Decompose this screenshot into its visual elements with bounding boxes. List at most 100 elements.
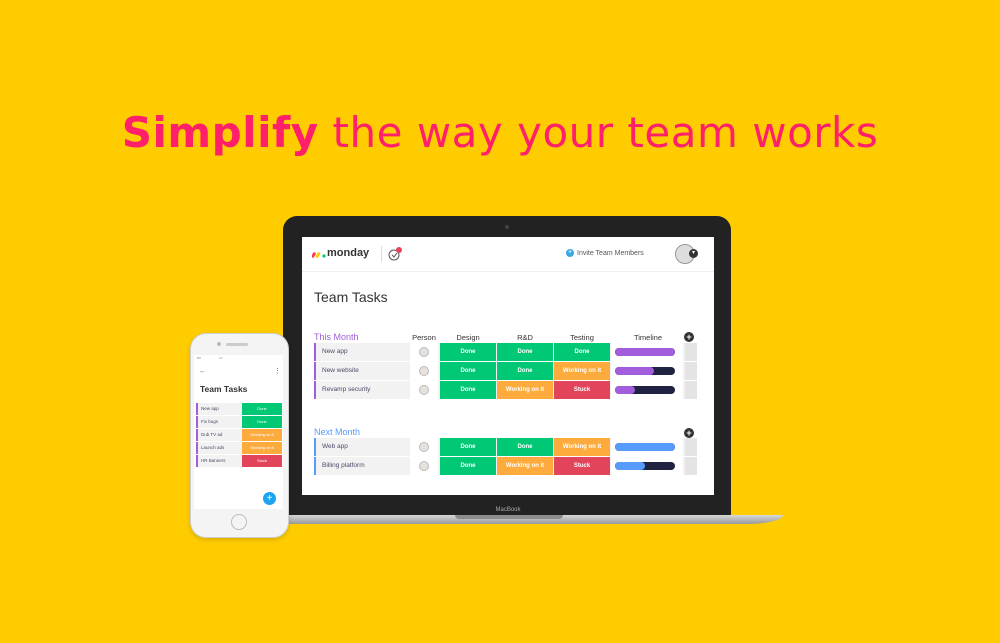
group-color-bar: [314, 438, 316, 456]
list-item[interactable]: Fix bugs Done: [196, 416, 282, 428]
rd-status-cell[interactable]: Done: [497, 362, 553, 380]
timeline-bar: [615, 367, 675, 375]
testing-status-cell[interactable]: Working on it: [554, 362, 610, 380]
task-status[interactable]: Done: [242, 403, 282, 415]
group-color-bar: [196, 416, 198, 428]
rd-status-cell[interactable]: Working on it: [497, 457, 553, 475]
group-title-next-month[interactable]: Next Month: [314, 427, 360, 437]
timeline-bar: [615, 462, 675, 470]
table-row[interactable]: Web app Done Done Working on it: [314, 438, 697, 456]
testing-status-cell[interactable]: Stuck: [554, 381, 610, 399]
timeline-fill: [615, 386, 635, 394]
column-header-rd[interactable]: R&D: [497, 333, 553, 342]
group-title-this-month[interactable]: This Month: [314, 332, 359, 342]
table-row[interactable]: Billing platform Done Working on it Stuck: [314, 457, 697, 475]
design-status-cell[interactable]: Done: [440, 438, 496, 456]
laptop-brand-label: MacBook: [495, 507, 521, 513]
task-name[interactable]: New app: [201, 406, 219, 411]
person-avatar: [419, 347, 429, 357]
person-cell[interactable]: [410, 438, 438, 456]
row-end-cell: [685, 457, 697, 475]
column-header-design[interactable]: Design: [440, 333, 496, 342]
task-status[interactable]: Stuck: [242, 455, 282, 467]
timeline-cell[interactable]: [611, 381, 683, 399]
item-name[interactable]: Web app: [322, 443, 348, 450]
timeline-fill: [615, 443, 675, 451]
chevron-down-icon[interactable]: ▾: [689, 249, 698, 258]
laptop-camera: [505, 225, 509, 229]
group-color-bar: [196, 403, 198, 415]
testing-status-cell[interactable]: Working on it: [554, 438, 610, 456]
person-cell[interactable]: [410, 381, 438, 399]
timeline-fill: [615, 367, 654, 375]
more-menu-icon[interactable]: ⋮: [274, 367, 281, 375]
phone-screen: ▪▪▪ ▭ ← ⋮ Team Tasks New app Done Fix bugs…: [194, 355, 283, 509]
rd-status-cell[interactable]: Done: [497, 343, 553, 361]
phone-home-button[interactable]: [231, 514, 247, 530]
person-avatar: [419, 366, 429, 376]
design-status-cell[interactable]: Done: [440, 457, 496, 475]
group-color-bar: [314, 381, 316, 399]
headline-bold: Simplify: [121, 108, 319, 157]
row-end-cell: [685, 381, 697, 399]
list-item[interactable]: New app Done: [196, 403, 282, 415]
phone-status-bar: ▪▪▪ ▭: [197, 356, 223, 360]
person-avatar: [419, 385, 429, 395]
person-cell[interactable]: [410, 362, 438, 380]
rd-status-cell[interactable]: Done: [497, 438, 553, 456]
table-row[interactable]: New app Done Done Done: [314, 343, 697, 361]
logo-text[interactable]: monday: [327, 247, 369, 259]
list-item[interactable]: Launch ads Working on it: [196, 442, 282, 454]
rd-status-cell[interactable]: Working on it: [497, 381, 553, 399]
task-name[interactable]: Fix bugs: [201, 419, 218, 424]
back-arrow-icon[interactable]: ←: [199, 368, 206, 375]
phone-board-title: Team Tasks: [200, 384, 248, 394]
person-avatar: [419, 461, 429, 471]
notifications-icon[interactable]: [387, 246, 403, 262]
group-color-bar: [196, 455, 198, 467]
app-header: monday + Invite Team Members ▾: [302, 237, 714, 272]
task-name[interactable]: HR Banners: [201, 458, 226, 463]
task-name[interactable]: Dub TV ad: [201, 432, 222, 437]
header-divider: [381, 246, 382, 262]
task-status[interactable]: Working on it: [242, 442, 282, 454]
column-header-testing[interactable]: Testing: [554, 333, 610, 342]
item-name[interactable]: New website: [322, 367, 359, 374]
group-color-bar: [314, 457, 316, 475]
testing-status-cell[interactable]: Done: [554, 343, 610, 361]
person-avatar: [419, 442, 429, 452]
column-header-timeline[interactable]: Timeline: [612, 333, 684, 342]
add-column-icon[interactable]: +: [684, 332, 694, 342]
timeline-fill: [615, 348, 675, 356]
task-status[interactable]: Done: [242, 416, 282, 428]
timeline-bar: [615, 348, 675, 356]
design-status-cell[interactable]: Done: [440, 362, 496, 380]
person-cell[interactable]: [410, 457, 438, 475]
task-status[interactable]: Working on it: [242, 429, 282, 441]
item-name[interactable]: Billing platform: [322, 462, 365, 469]
timeline-cell[interactable]: [611, 343, 683, 361]
timeline-cell[interactable]: [611, 457, 683, 475]
item-name[interactable]: Revamp security: [322, 386, 370, 393]
timeline-bar: [615, 386, 675, 394]
table-row[interactable]: New website Done Done Working on it: [314, 362, 697, 380]
headline: Simplify the way your team works: [0, 108, 1000, 157]
testing-status-cell[interactable]: Stuck: [554, 457, 610, 475]
list-item[interactable]: Dub TV ad Working on it: [196, 429, 282, 441]
table-row[interactable]: Revamp security Done Working on it Stuck: [314, 381, 697, 399]
design-status-cell[interactable]: Done: [440, 381, 496, 399]
person-cell[interactable]: [410, 343, 438, 361]
list-item[interactable]: HR Banners Stuck: [196, 455, 282, 467]
column-header-person[interactable]: Person: [410, 333, 438, 342]
timeline-cell[interactable]: [611, 362, 683, 380]
group-color-bar: [314, 343, 316, 361]
task-name[interactable]: Launch ads: [201, 445, 224, 450]
design-status-cell[interactable]: Done: [440, 343, 496, 361]
add-task-button[interactable]: +: [263, 492, 276, 505]
add-item-icon[interactable]: +: [684, 428, 694, 438]
group-color-bar: [314, 362, 316, 380]
item-name[interactable]: New app: [322, 348, 348, 355]
invite-team-members-button[interactable]: + Invite Team Members: [566, 249, 644, 257]
board-title: Team Tasks: [314, 289, 388, 305]
timeline-cell[interactable]: [611, 438, 683, 456]
